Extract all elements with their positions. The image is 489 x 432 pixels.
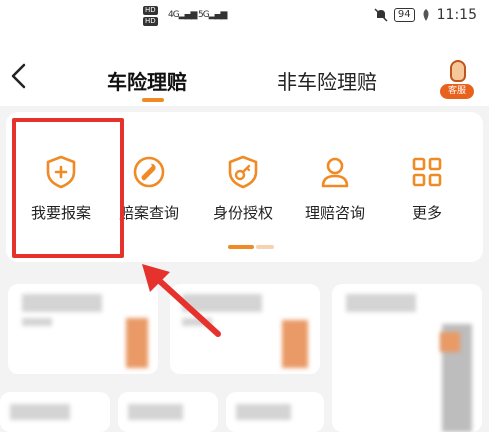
- action-identity-auth[interactable]: 身份授权: [198, 154, 288, 223]
- signal2-label: 5G: [198, 10, 210, 20]
- clock: 11:15: [436, 7, 477, 23]
- sim2-badge: HD: [143, 17, 158, 26]
- signal-icon: 5G▂▄▆: [198, 10, 227, 20]
- action-claim-consult[interactable]: 理赔咨询: [290, 154, 380, 223]
- blurred-block: [236, 404, 291, 420]
- back-button[interactable]: [8, 62, 38, 92]
- highlight-box: [12, 118, 124, 258]
- mute-icon: [374, 8, 388, 22]
- sim-indicators: HD HD: [143, 6, 158, 28]
- customer-service-button[interactable]: 客服: [438, 60, 478, 100]
- action-more[interactable]: 更多: [382, 154, 472, 223]
- page-indicator-active: [228, 245, 254, 249]
- action-label: 身份授权: [212, 204, 273, 222]
- person-icon: [321, 157, 349, 188]
- blurred-block: [128, 404, 183, 420]
- promo-banner[interactable]: [0, 392, 110, 432]
- chevron-left-icon: [11, 63, 26, 89]
- promo-banner[interactable]: [118, 392, 218, 432]
- blurred-image: [282, 320, 308, 368]
- status-right: 94 11:15: [374, 7, 477, 23]
- tab-auto-claims[interactable]: 车险理赔: [107, 66, 187, 95]
- promo-banner[interactable]: [226, 392, 324, 432]
- customer-service-icon: [450, 60, 466, 82]
- shield-key-icon: [228, 155, 258, 189]
- leaf-icon: [423, 9, 429, 21]
- action-label: 理赔咨询: [304, 204, 365, 222]
- sim1-badge: HD: [143, 6, 158, 15]
- action-label: 更多: [411, 204, 442, 222]
- blurred-block: [346, 294, 416, 312]
- status-bar: HD HD 4G▂▄▆ 5G▂▄▆ 94 11:15: [0, 0, 489, 42]
- promo-banner[interactable]: [332, 284, 482, 432]
- blurred-block: [22, 318, 52, 326]
- signal-icon: 4G▂▄▆: [168, 10, 197, 20]
- active-tab-indicator: [142, 98, 164, 102]
- tab-non-auto-claims[interactable]: 非车险理赔: [277, 66, 377, 95]
- wrench-icon: [133, 156, 165, 188]
- blurred-block: [22, 294, 102, 312]
- battery-icon: 94: [393, 8, 415, 22]
- blurred-image: [440, 332, 460, 352]
- promo-banner[interactable]: [8, 284, 158, 374]
- blurred-block: [10, 404, 70, 420]
- page-indicator: [228, 245, 276, 249]
- annotation-arrow-icon: [142, 264, 221, 337]
- grid-icon: [412, 157, 442, 187]
- page-indicator-inactive: [256, 245, 274, 249]
- service-badge: 客服: [440, 84, 474, 99]
- signal1-label: 4G: [168, 10, 180, 20]
- nav-bar: 车险理赔 非车险理赔 客服: [0, 42, 489, 106]
